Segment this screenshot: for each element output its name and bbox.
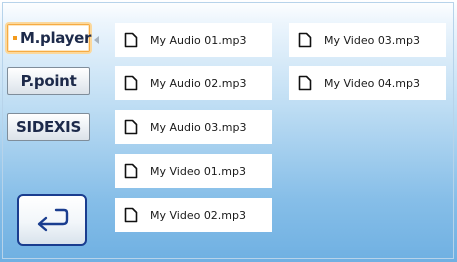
file-icon <box>124 207 138 223</box>
return-arrow-icon <box>37 208 69 232</box>
file-name: My Video 01.mp3 <box>150 164 247 178</box>
file-name: My Audio 03.mp3 <box>150 120 247 134</box>
file-icon <box>124 163 138 179</box>
ppoint-button-label: P.point <box>20 72 77 90</box>
mplayer-button[interactable]: M.player <box>7 24 92 52</box>
file-item-my-video-01[interactable]: My Video 01.mp3 <box>115 154 272 188</box>
back-button[interactable] <box>17 194 87 246</box>
file-item-my-audio-02[interactable]: My Audio 02.mp3 <box>115 66 272 100</box>
file-name: My Video 03.mp3 <box>324 33 421 47</box>
sidexis-button-label: SIDEXIS <box>16 118 81 136</box>
file-icon <box>124 75 138 91</box>
file-item-my-video-03[interactable]: My Video 03.mp3 <box>289 23 446 57</box>
file-item-my-video-04[interactable]: My Video 04.mp3 <box>289 66 446 100</box>
mplayer-button-label: M.player <box>20 29 92 47</box>
file-item-my-audio-01[interactable]: My Audio 01.mp3 <box>115 23 272 57</box>
selection-pointer-icon <box>94 36 99 44</box>
active-indicator <box>13 36 17 40</box>
file-name: My Audio 01.mp3 <box>150 33 247 47</box>
media-browser-screen: M.player P.point SIDEXIS My Audio 01.mp3… <box>0 0 457 262</box>
file-icon <box>124 119 138 135</box>
file-item-my-audio-03[interactable]: My Audio 03.mp3 <box>115 110 272 144</box>
file-icon <box>124 32 138 48</box>
sidexis-button[interactable]: SIDEXIS <box>7 113 90 141</box>
file-icon <box>298 75 312 91</box>
file-name: My Audio 02.mp3 <box>150 76 247 90</box>
file-item-my-video-02[interactable]: My Video 02.mp3 <box>115 198 272 232</box>
file-name: My Video 02.mp3 <box>150 208 247 222</box>
ppoint-button[interactable]: P.point <box>7 67 90 95</box>
file-icon <box>298 32 312 48</box>
file-name: My Video 04.mp3 <box>324 76 421 90</box>
